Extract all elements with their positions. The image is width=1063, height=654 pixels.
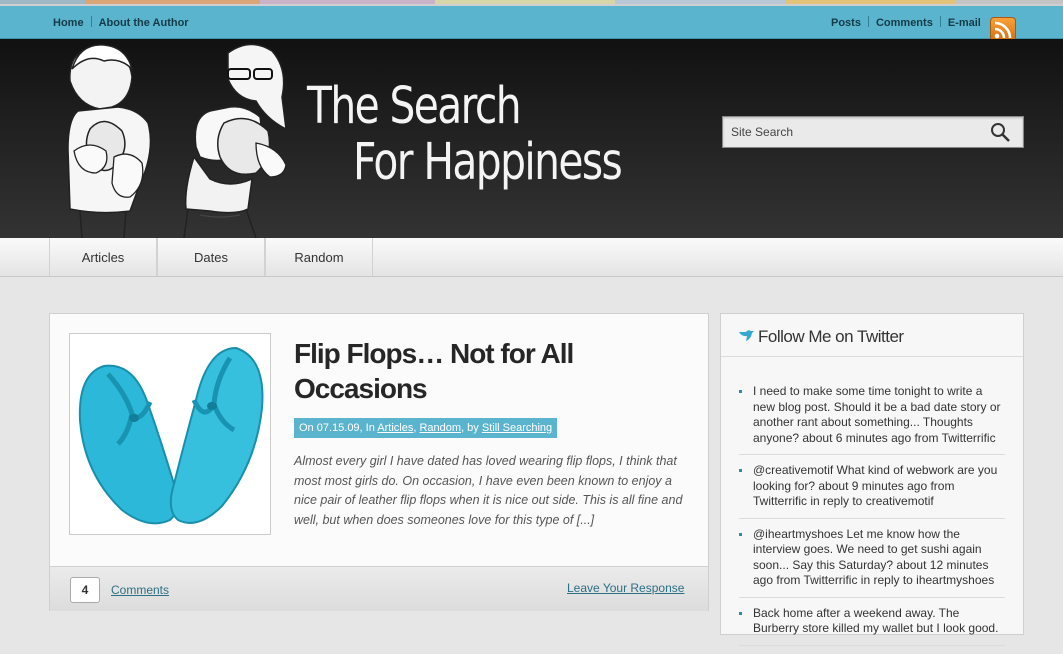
top-nav-right: Posts Comments E-mail [831,16,981,29]
top-nav-home[interactable]: Home [53,17,84,29]
top-nav-email[interactable]: E-mail [948,17,981,29]
widget-divider [721,356,1023,357]
nav-item-dates[interactable]: Dates [157,238,265,276]
twitter-bird-icon [738,329,754,343]
top-nav-posts[interactable]: Posts [831,17,861,29]
site-title-line-2: For Happiness [353,133,623,192]
post-footer: 4 Comments Leave Your Response [50,566,708,611]
post-title[interactable]: Flip Flops… Not for All Occasions [294,336,654,406]
widget-title: Follow Me on Twitter [758,327,904,346]
site-search-box [722,116,1024,148]
nav-item-articles[interactable]: Articles [49,238,157,276]
top-nav-separator [867,16,869,27]
top-nav-left: Home About the Author [53,16,189,29]
comment-count-badge[interactable]: 4 [70,577,100,603]
tweet-item[interactable]: Back home after a weekend away. The Burb… [739,606,1005,646]
comments-link[interactable]: Comments [111,583,169,597]
post-meta: On 07.15.09, In Articles, Random, by Sti… [294,418,558,438]
top-nav-about-the-author[interactable]: About the Author [99,17,189,29]
tweet-item[interactable]: @iheartmyshoes Let me know how the inter… [739,527,1005,598]
top-bar: Home About the Author Posts Comments E-mail [0,6,1063,43]
main-navigation: Articles Dates Random [0,238,1063,277]
post-author-link[interactable]: Still Searching [482,422,552,434]
post-meta-by: , by [461,422,482,434]
post-card: Flip Flops… Not for All Occasions On 07.… [49,313,709,611]
top-nav-separator [939,16,941,27]
post-meta-date: On 07.15.09, In [299,422,378,434]
tweet-item[interactable]: I need to make some time tonight to writ… [739,384,1005,455]
site-search-input[interactable] [723,117,991,147]
site-title-line-1: The Search [307,77,522,136]
flip-flops-image [78,346,264,525]
search-icon[interactable] [989,121,1013,143]
sidebar-twitter-widget: Follow Me on Twitter I need to make some… [720,313,1024,646]
post-excerpt: Almost every girl I have dated has loved… [294,454,683,527]
tweet-item[interactable]: @creativemotif What kind of webwork are … [739,463,1005,519]
nav-item-random[interactable]: Random [265,238,373,276]
tweet-list: I need to make some time tonight to writ… [739,384,1005,654]
post-category-articles[interactable]: Articles [377,422,413,434]
header-illustration [67,43,287,238]
post-thumbnail[interactable] [69,333,271,535]
leave-response-link[interactable]: Leave Your Response [567,581,684,595]
top-nav-comments[interactable]: Comments [876,17,933,29]
post-category-random[interactable]: Random [419,422,461,434]
top-nav-separator [90,16,92,27]
